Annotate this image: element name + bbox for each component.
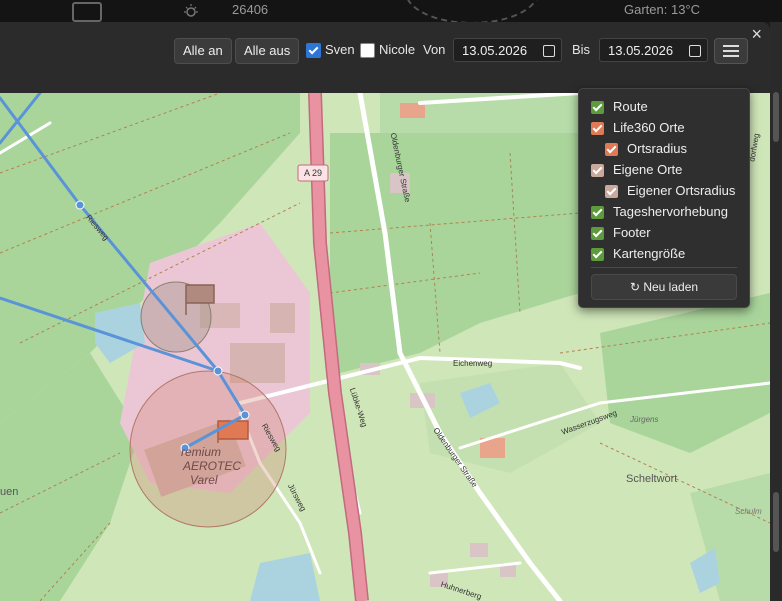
- layer-label: Eigener Ortsradius: [627, 183, 736, 198]
- person-nicole-checkbox[interactable]: [360, 43, 375, 58]
- map-toolbar: Alle an Alle aus Sven Nicole Von 13.05.2…: [0, 32, 770, 72]
- to-date-value: 13.05.2026: [608, 43, 674, 58]
- to-label: Bis: [572, 42, 591, 57]
- layer-checkbox[interactable]: [591, 227, 604, 240]
- to-date-input[interactable]: 13.05.2026: [599, 38, 708, 62]
- garten-temperature: Garten: 13°C: [624, 2, 701, 17]
- layer-label: Route: [613, 99, 648, 114]
- from-date-input[interactable]: 13.05.2026: [453, 38, 562, 62]
- hamburger-icon[interactable]: [714, 38, 748, 64]
- reload-button[interactable]: ↻ Neu laden: [591, 274, 737, 300]
- map-label-eichenweg: Eichenweg: [453, 359, 493, 368]
- map-label-juergens: Jürgens: [630, 415, 659, 424]
- map-label-schulm: Schulm: [735, 507, 762, 516]
- layer-checkbox[interactable]: [591, 206, 604, 219]
- map-label-scheltwort: Scheltwort: [626, 473, 678, 485]
- layer-label: Tageshervorhebung: [613, 204, 728, 219]
- calendar-icon[interactable]: [543, 45, 555, 57]
- person-nicole-label: Nicole: [379, 42, 416, 57]
- all-on-button[interactable]: Alle an: [174, 38, 232, 64]
- layer-checkbox[interactable]: [591, 248, 604, 261]
- all-off-button[interactable]: Alle aus: [235, 38, 300, 64]
- dropdown-divider: [591, 267, 737, 268]
- scrollbar-thumb-lower[interactable]: [773, 492, 779, 552]
- sun-icon: [184, 4, 198, 17]
- map-label-uen: uen: [0, 486, 19, 498]
- right-scroll-strip: [770, 22, 782, 601]
- background-number: 26406: [232, 2, 269, 17]
- map-label-aerotec: AEROTEC: [183, 459, 242, 473]
- layer-label: Eigene Orte: [613, 162, 683, 177]
- layers-dropdown: Route Life360 Orte Ortsradius Eigene Ort…: [578, 88, 750, 308]
- layer-label: Ortsradius: [627, 141, 687, 156]
- calendar-icon[interactable]: [689, 45, 701, 57]
- layer-label: Life360 Orte: [613, 120, 685, 135]
- news-icon: [72, 2, 102, 22]
- map-label-varel: Varel: [190, 473, 218, 487]
- from-label: Von: [423, 42, 446, 57]
- gauge-icon: [405, 0, 539, 24]
- layer-checkbox[interactable]: [605, 143, 618, 156]
- map-label-premium: remium: [181, 445, 222, 459]
- from-date-value: 13.05.2026: [462, 43, 528, 58]
- background-dashboard: 26406 Garten: 13°C: [0, 0, 782, 24]
- layer-checkbox[interactable]: [605, 185, 618, 198]
- person-sven-label: Sven: [325, 42, 355, 57]
- person-sven-checkbox[interactable]: [306, 43, 321, 58]
- layer-label: Kartengröße: [613, 246, 686, 261]
- layer-checkbox[interactable]: [591, 101, 604, 114]
- layer-label: Footer: [613, 225, 651, 240]
- layer-checkbox[interactable]: [591, 122, 604, 135]
- scrollbar-thumb[interactable]: [773, 92, 779, 142]
- layer-checkbox[interactable]: [591, 164, 604, 177]
- map-label-a29: A 29: [304, 168, 323, 178]
